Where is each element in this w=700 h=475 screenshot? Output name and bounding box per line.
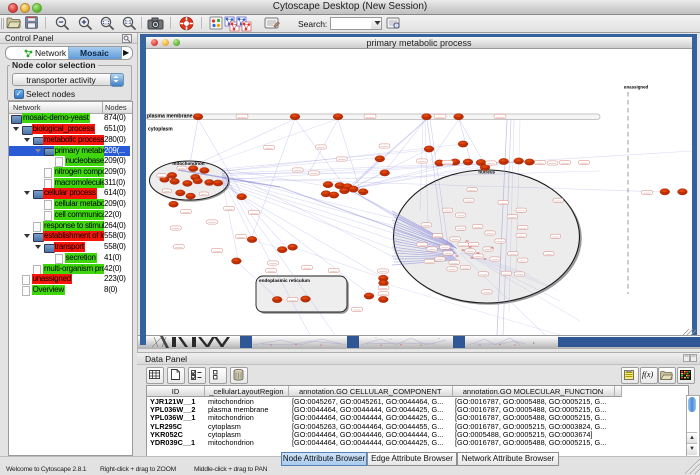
svg-text:r.: r.	[533, 340, 535, 345]
svg-text:plasma membrane: plasma membrane	[147, 113, 193, 119]
svg-text:unassigned: unassigned	[624, 85, 649, 90]
svg-text:cytoplasm: cytoplasm	[148, 127, 173, 133]
svg-text:1:1: 1:1	[125, 20, 132, 26]
svg-text:endoplasmic reticulum: endoplasmic reticulum	[259, 278, 310, 283]
svg-text:mitochondrion: mitochondrion	[172, 161, 204, 166]
